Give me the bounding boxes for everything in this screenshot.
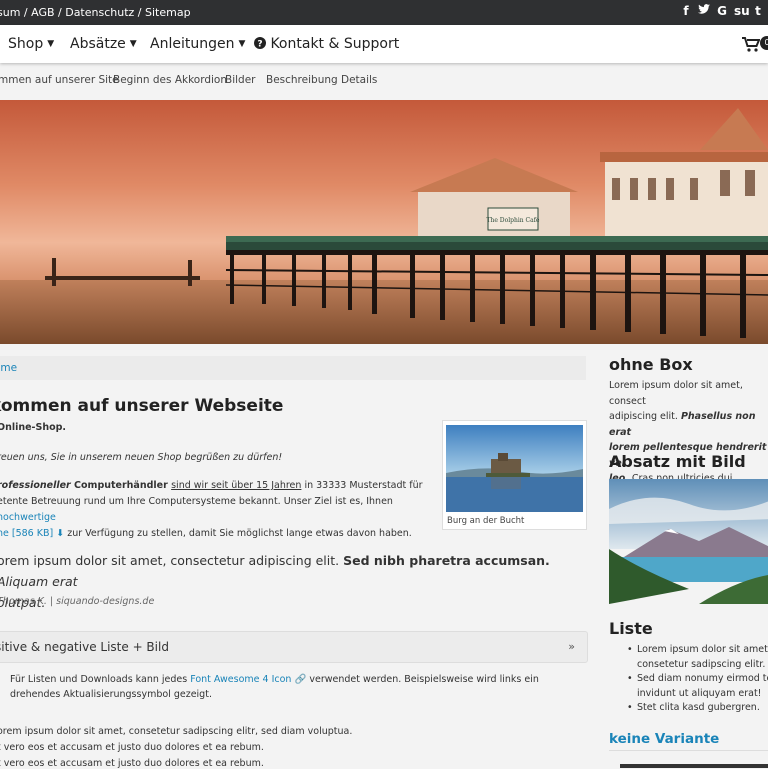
greeting-text: reuen uns, Sie in unserem neuen Shop beg… bbox=[0, 452, 283, 463]
page-title: kommen auf unserer Webseite bbox=[0, 396, 284, 416]
subnav-item-description[interactable]: Beschreibung bbox=[266, 74, 338, 86]
intro-underline: sind wir seit über 15 Jahren bbox=[171, 480, 302, 491]
chevron-down-icon: ▼ bbox=[47, 39, 55, 49]
tumblr-icon[interactable]: t bbox=[752, 4, 764, 18]
font-awesome-note: Für Listen und Downloads kann jedes Font… bbox=[10, 672, 570, 702]
list-item: Stet clita kasd gubergren. bbox=[627, 701, 768, 716]
subnav-item-welcome[interactable]: mmen auf unserer Site bbox=[0, 74, 119, 86]
font-awesome-link[interactable]: Font Awesome 4 Icon bbox=[190, 674, 291, 685]
shopping-cart-icon bbox=[742, 37, 761, 56]
intro-emphasis: rofessioneller bbox=[0, 480, 71, 491]
image-caption: Burg an der Bucht bbox=[447, 516, 525, 526]
svg-text:?: ? bbox=[257, 40, 262, 50]
divider bbox=[609, 750, 768, 751]
download-icon: ⬇ bbox=[56, 528, 65, 539]
list-item: Lorem ipsum dolor sit amet, consetetur s… bbox=[627, 643, 768, 672]
plain-line-1: orem ipsum dolor sit amet, consetetur sa… bbox=[0, 726, 353, 737]
note-text: Für Listen und Downloads kann jedes bbox=[10, 674, 191, 685]
list-item: Sed diam nonumy eirmod tem invidunt ut a… bbox=[627, 672, 768, 701]
facebook-icon[interactable]: f bbox=[680, 4, 692, 18]
nav-label: Anleitungen bbox=[150, 36, 235, 52]
castle-image-box: Burg an der Bucht bbox=[442, 420, 587, 530]
intro-paragraph: rofessioneller Computerhändler sind wir … bbox=[0, 478, 437, 542]
link-icon: 🔗 bbox=[294, 674, 307, 685]
sidebar-title-image: Absatz mit Bild bbox=[609, 452, 746, 471]
chevron-down-icon: ▼ bbox=[238, 39, 246, 49]
box-text-2: adipiscing elit. bbox=[609, 411, 681, 422]
plain-text-block: orem ipsum dolor sit amet, consetetur sa… bbox=[0, 724, 352, 756]
intro-text-2: etente Betreuung rund um Ihre Computersy… bbox=[0, 496, 393, 507]
lorem-bold: Sed nibh pharetra accumsan. bbox=[343, 553, 550, 568]
variant-bar bbox=[620, 764, 768, 768]
page-subtitle: Online-Shop. bbox=[0, 422, 67, 433]
nav-item-absaetze[interactable]: Absätze ▼ bbox=[70, 36, 137, 52]
stumbleupon-icon[interactable]: su bbox=[734, 4, 750, 18]
nav-label: Shop bbox=[8, 36, 44, 52]
lake-mountain-image[interactable] bbox=[609, 479, 768, 604]
lorem-italic: Aliquam erat bbox=[0, 574, 78, 589]
breadcrumb: ome bbox=[0, 356, 586, 380]
castle-image[interactable] bbox=[446, 425, 583, 512]
legal-links[interactable]: sum / AGB / Datenschutz / Sitemap bbox=[0, 6, 191, 19]
main-navigation: Shop ▼ Absätze ▼ Anleitungen ▼ ? Kontakt & … bbox=[0, 25, 768, 63]
accordion-header[interactable]: sitive & negative Liste + Bild » bbox=[0, 631, 588, 663]
hero-image: The Dolphin Café bbox=[0, 100, 768, 344]
subnav-item-accordion[interactable]: Beginn des Akkordion bbox=[113, 74, 227, 86]
nav-item-shop[interactable]: Shop ▼ bbox=[8, 36, 54, 52]
twitter-icon[interactable] bbox=[698, 4, 710, 18]
subnav-item-details[interactable]: Details bbox=[341, 74, 377, 86]
double-chevron-down-icon: » bbox=[568, 640, 575, 653]
breadcrumb-home-link[interactable]: ome bbox=[0, 362, 17, 374]
cart-button[interactable] bbox=[742, 37, 761, 56]
accordion-title: sitive & negative Liste + Bild bbox=[0, 640, 169, 654]
plain-line-2: t vero eos et accusam et justo duo dolor… bbox=[0, 742, 264, 753]
lorem-text: orem ipsum dolor sit amet, consectetur a… bbox=[0, 553, 344, 568]
google-icon[interactable]: G bbox=[716, 4, 728, 18]
download-size-link[interactable]: ne [586 KB] bbox=[0, 528, 53, 539]
sidebar-title-variant: keine Variante bbox=[609, 731, 720, 747]
author-byline: Thomas K. | siquando-designs.de bbox=[0, 596, 155, 607]
sidebar-list: Lorem ipsum dolor sit amet, consetetur s… bbox=[610, 643, 768, 716]
intro-text: in 33333 Musterstadt für bbox=[301, 480, 423, 491]
plain-line-3: t vero eos et accusam et justo duo dolor… bbox=[0, 758, 264, 769]
top-bar: sum / AGB / Datenschutz / Sitemap f G su… bbox=[0, 0, 768, 25]
sub-navigation: mmen auf unserer Site Beginn des Akkordi… bbox=[0, 66, 768, 94]
cart-count-badge: 0 bbox=[760, 36, 768, 50]
intro-bold: Computerhändler bbox=[70, 480, 172, 491]
nav-item-anleitungen[interactable]: Anleitungen ▼ bbox=[150, 36, 245, 52]
chevron-down-icon: ▼ bbox=[129, 39, 137, 49]
box-text-1: Lorem ipsum dolor sit amet, consect bbox=[609, 380, 743, 407]
download-link[interactable]: hochwertige bbox=[0, 512, 56, 523]
nav-label: Absätze bbox=[70, 36, 126, 52]
subnav-item-images[interactable]: Bilder bbox=[225, 74, 255, 86]
intro-text-3: zur Verfügung zu stellen, damit Sie mögl… bbox=[64, 528, 412, 539]
sidebar-title-box: ohne Box bbox=[609, 355, 693, 374]
nav-label: Kontakt & Support bbox=[270, 36, 400, 52]
sidebar-title-list: Liste bbox=[609, 619, 653, 638]
social-icons: f G su t bbox=[680, 4, 764, 18]
question-circle-icon: ? bbox=[254, 36, 270, 52]
hero-sign: The Dolphin Café bbox=[486, 217, 539, 224]
nav-item-kontakt[interactable]: ? Kontakt & Support bbox=[254, 36, 399, 52]
